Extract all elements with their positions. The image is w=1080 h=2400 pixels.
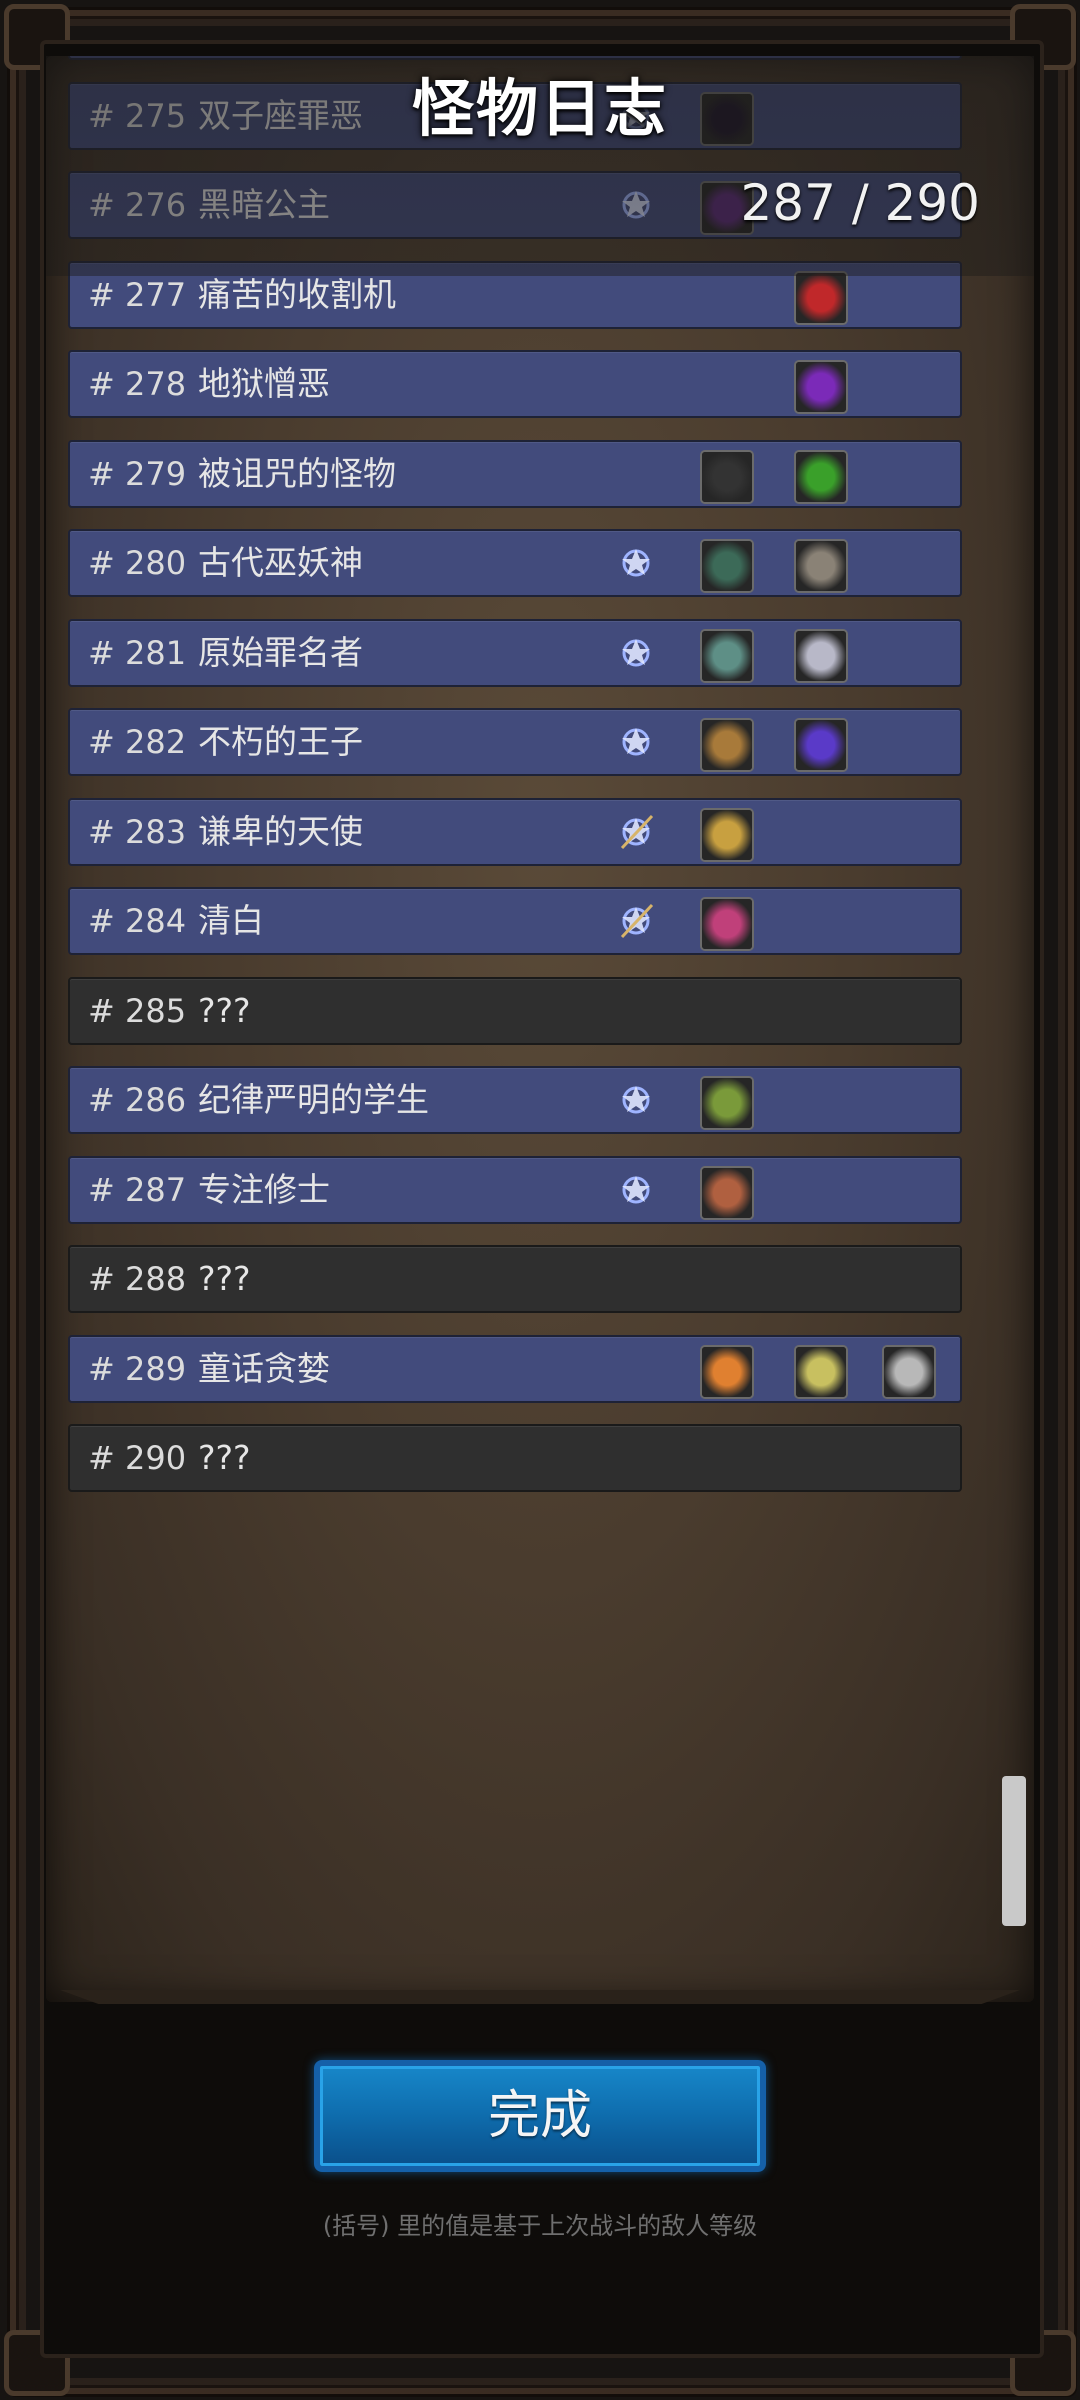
list-item[interactable]: # 281 原始罪名者	[68, 619, 962, 687]
green-rune-icon[interactable]	[794, 450, 848, 504]
necklace-icon[interactable]	[700, 1076, 754, 1130]
item-art	[796, 273, 846, 323]
done-button[interactable]: 完成	[314, 2060, 766, 2172]
monster-number: # 280	[88, 544, 187, 582]
list-item[interactable]: # 289 童话贪婪	[68, 1335, 962, 1403]
monster-name: 谦卑的天使	[198, 812, 363, 851]
monster-number: # 277	[88, 276, 187, 314]
list-item[interactable]: # 279 被诅咒的怪物	[68, 440, 962, 508]
list-item[interactable]: # 284 清白	[68, 887, 962, 955]
level-note: (括号) 里的值是基于上次战斗的敌人等级	[322, 2212, 758, 2240]
dark-rings-icon[interactable]	[700, 450, 754, 504]
monster-number: # 282	[88, 723, 187, 761]
item-art	[796, 720, 846, 770]
amulet-icon[interactable]	[700, 1166, 754, 1220]
item-art	[796, 362, 846, 412]
blue-star-icon	[616, 1080, 656, 1120]
monster-name: 黑暗公主	[198, 185, 330, 224]
monster-number: # 283	[88, 813, 187, 851]
monster-number: # 285	[88, 992, 187, 1030]
monster-name: ???	[198, 1438, 251, 1477]
pendant-icon[interactable]	[700, 897, 754, 951]
blue-star-icon	[616, 1170, 656, 1210]
monster-number: # 276	[88, 186, 187, 224]
monster-name: 地狱憎恶	[198, 364, 330, 403]
claw-gauntlet-icon[interactable]	[794, 539, 848, 593]
monster-number: # 281	[88, 634, 187, 672]
list-item[interactable]: # 282 不朽的王子	[68, 708, 962, 776]
mace-icon[interactable]	[700, 629, 754, 683]
item-art	[796, 452, 846, 502]
monster-number: # 279	[88, 455, 187, 493]
page-title: 怪物日志	[411, 72, 668, 145]
item-art	[702, 720, 752, 770]
monster-number: # 290	[88, 1439, 187, 1477]
green-robe-icon[interactable]	[700, 539, 754, 593]
blue-star-icon	[616, 185, 656, 225]
monster-number: # 286	[88, 1081, 187, 1119]
item-art	[702, 1078, 752, 1128]
item-art	[796, 1347, 846, 1397]
sword-star-icon	[616, 812, 656, 852]
monster-name: 痛苦的收割机	[198, 275, 396, 314]
monster-number: # 287	[88, 1171, 187, 1209]
monster-name: ???	[198, 991, 251, 1030]
list-item[interactable]: # 286 纪律严明的学生	[68, 1066, 962, 1134]
item-art	[702, 810, 752, 860]
silver-coin-icon[interactable]	[882, 1345, 936, 1399]
item-art	[702, 1347, 752, 1397]
list-item[interactable]: # 290???	[68, 1424, 962, 1492]
list-item[interactable]: # 288???	[68, 1245, 962, 1313]
list-item[interactable]: # 280 古代巫妖神	[68, 529, 962, 597]
potion-vial-icon[interactable]	[794, 1345, 848, 1399]
monster-number: # 284	[88, 902, 187, 940]
monster-number: # 289	[88, 1350, 187, 1388]
blue-star-icon	[616, 543, 656, 583]
blue-star-icon	[616, 633, 656, 673]
monster-name: 原始罪名者	[198, 633, 363, 672]
monster-number: # 288	[88, 1260, 187, 1298]
monster-name: 专注修士	[198, 1170, 330, 1209]
discovered-counter: 287 / 290	[740, 174, 980, 232]
monster-name: 清白	[198, 901, 264, 940]
purple-rune-icon[interactable]	[794, 360, 848, 414]
item-art	[796, 541, 846, 591]
sword-star-icon	[616, 901, 656, 941]
orange-gem-icon[interactable]	[700, 1345, 754, 1399]
monster-name: 不朽的王子	[198, 722, 363, 761]
armor-legs-icon[interactable]	[794, 629, 848, 683]
purple-bracer-icon[interactable]	[794, 718, 848, 772]
list-item[interactable]: # 278 地狱憎恶	[68, 350, 962, 418]
golden-staff-icon[interactable]	[700, 808, 754, 862]
item-art	[702, 541, 752, 591]
list-item[interactable]: # 283 谦卑的天使	[68, 798, 962, 866]
item-art	[702, 899, 752, 949]
red-rune-icon[interactable]	[794, 271, 848, 325]
scrollbar-thumb[interactable]	[1002, 1776, 1026, 1926]
item-art	[796, 631, 846, 681]
monster-name: 童话贪婪	[198, 1349, 330, 1388]
monster-name: ???	[198, 1259, 251, 1298]
list-item[interactable]: # 287 专注修士	[68, 1156, 962, 1224]
monster-name: 古代巫妖神	[198, 543, 363, 582]
monster-number: # 278	[88, 365, 187, 403]
item-art	[702, 452, 752, 502]
item-art	[702, 631, 752, 681]
monster-name: 纪律严明的学生	[198, 1080, 429, 1119]
list-item[interactable]: # 285???	[68, 977, 962, 1045]
blue-star-icon	[616, 722, 656, 762]
item-art	[884, 1347, 934, 1397]
item-art	[702, 1168, 752, 1218]
round-shield-icon[interactable]	[700, 718, 754, 772]
done-button-label: 完成	[487, 2086, 592, 2146]
monster-list[interactable]: ## 275双子座罪恶# 276黑暗公主# 277痛苦的收割机# 278地狱憎恶…	[68, 56, 966, 2002]
list-item[interactable]: # 277 痛苦的收割机	[68, 261, 962, 329]
monster-name: 被诅咒的怪物	[198, 454, 396, 493]
